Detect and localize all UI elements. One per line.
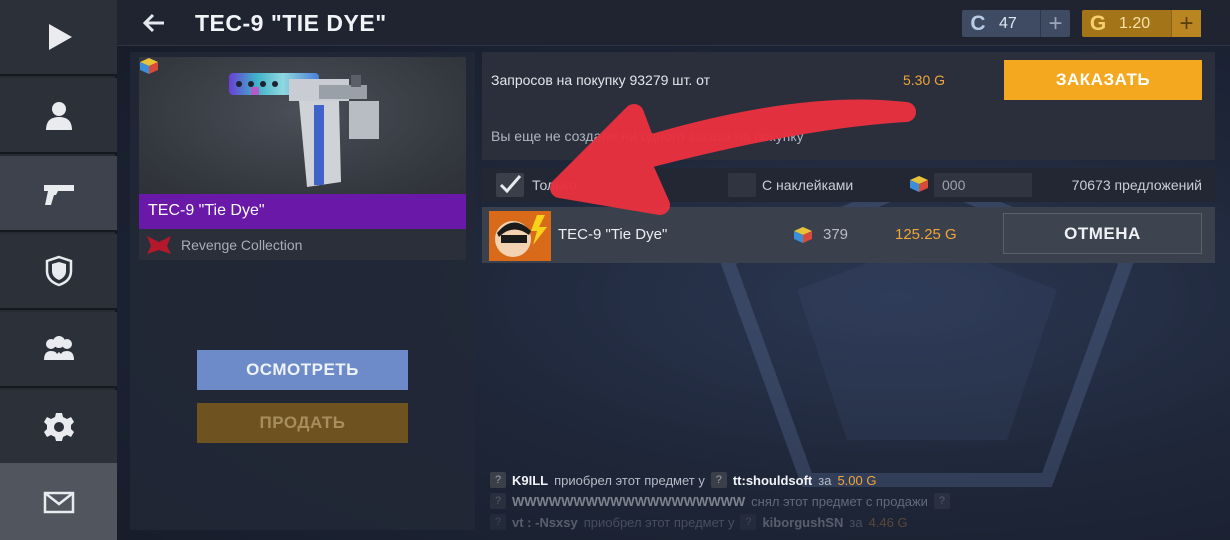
feed-price: 5.00 G <box>837 472 877 488</box>
feed-action: снял этот предмет с продажи <box>751 493 928 509</box>
listing-cube-icon <box>794 227 812 243</box>
feed-buyer[interactable]: K9ILL <box>512 473 548 488</box>
gear-icon <box>43 413 74 441</box>
gold-currency: G 1.20 + <box>1082 10 1201 37</box>
feed-buyer[interactable]: WWWWWWWWWWWWWWWWWWW <box>512 494 745 509</box>
silver-currency: C 47 + <box>962 10 1070 37</box>
sidebar <box>0 0 117 540</box>
sidebar-item-inventory[interactable] <box>0 156 117 232</box>
stickers-label: С наклейками <box>762 177 854 193</box>
sidebar-item-settings[interactable] <box>0 390 117 466</box>
sidebar-item-clan[interactable] <box>0 234 117 310</box>
feed-suffix: за <box>849 514 863 530</box>
back-button[interactable] <box>141 10 167 36</box>
item-image <box>139 57 466 194</box>
buy-requests-text: Запросов на покупку 93279 шт. от <box>491 72 711 88</box>
pattern-input[interactable] <box>934 173 1032 197</box>
listing-price: 125.25 G <box>895 226 957 243</box>
collection-label: Revenge Collection <box>181 236 303 253</box>
only-mine-checkbox[interactable] <box>496 173 524 197</box>
item-name: TEC-9 "Tie Dye" <box>139 194 466 229</box>
feed-suffix: за <box>818 472 832 488</box>
sticker-cube-icon <box>140 58 158 74</box>
friends-icon <box>43 336 74 360</box>
clan-shield-icon <box>45 255 72 287</box>
stickers-checkbox[interactable] <box>728 173 756 197</box>
sidebar-item-friends[interactable] <box>0 312 117 388</box>
gold-coin-icon: G <box>1089 11 1107 35</box>
unknown-avatar-icon: ? <box>933 493 950 509</box>
only-mine-label: Только <box>532 177 577 193</box>
feed-action: приобрел этот предмет у <box>583 514 735 530</box>
item-collection: Revenge Collection <box>139 229 466 260</box>
profile-icon <box>45 102 72 130</box>
header: TEC-9 "TIE DYE" C 47 + G 1.20 + <box>117 0 1230 46</box>
play-icon <box>48 24 72 50</box>
silver-coin-icon: C <box>970 11 986 35</box>
feed-item: ? K9ILL приобрел этот предмет у ? tt:sho… <box>490 472 876 488</box>
feed-action: приобрел этот предмет у <box>554 472 705 488</box>
cancel-button[interactable]: ОТМЕНА <box>1003 213 1202 254</box>
add-silver-button[interactable]: + <box>1040 10 1070 37</box>
feed-item: ? vt : -Nsxsy приобрел этот предмет у ? … <box>490 514 908 530</box>
buy-requests-box: Запросов на покупку 93279 шт. от 5.30 G … <box>482 52 1215 160</box>
pistol-icon <box>43 185 74 205</box>
feed-buyer[interactable]: vt : -Nsxsy <box>512 515 578 530</box>
order-button[interactable]: ЗАКАЗАТЬ <box>1004 60 1202 100</box>
mail-icon <box>43 491 74 514</box>
activity-feed: ? K9ILL приобрел этот предмет у ? tt:sho… <box>482 464 1215 530</box>
avatar <box>489 211 551 261</box>
market-panel: Запросов на покупку 93279 шт. от 5.30 G … <box>482 52 1215 530</box>
unknown-avatar-icon: ? <box>490 514 506 530</box>
sidebar-item-profile[interactable] <box>0 78 117 154</box>
feed-item: ? WWWWWWWWWWWWWWWWWWW снял этот предмет … <box>490 493 950 509</box>
revenge-collection-icon <box>147 235 171 254</box>
unknown-avatar-icon: ? <box>740 514 757 530</box>
page-title: TEC-9 "TIE DYE" <box>195 10 387 36</box>
feed-seller[interactable]: kiborgushSN <box>762 515 843 530</box>
gold-balance: 1.20 <box>1119 14 1151 32</box>
unknown-avatar-icon: ? <box>710 472 727 488</box>
checkmark-icon <box>499 175 522 194</box>
feed-seller[interactable]: tt:shouldsoft <box>733 473 812 488</box>
sidebar-item-mail[interactable] <box>0 463 117 540</box>
inspect-button[interactable]: ОСМОТРЕТЬ <box>197 350 408 390</box>
pattern-cube-icon <box>910 176 928 192</box>
item-panel: TEC-9 "Tie Dye" Revenge Collection ОСМОТ… <box>130 52 475 530</box>
silver-balance: 47 <box>999 14 1017 32</box>
listing-pattern: 379 <box>823 226 849 243</box>
offers-count: 70673 предложений <box>1071 177 1202 193</box>
feed-price: 4.46 G <box>868 514 908 530</box>
back-arrow-icon <box>142 13 164 33</box>
buy-requests-price: 5.30 G <box>903 72 946 88</box>
filter-bar: Только С наклейками 70673 предложений <box>482 168 1215 202</box>
sell-button[interactable]: ПРОДАТЬ <box>197 403 408 443</box>
sidebar-item-play[interactable] <box>0 0 117 76</box>
add-gold-button[interactable]: + <box>1171 10 1201 37</box>
listing-row: TEC-9 "Tie Dye" 379 125.25 G ОТМЕНА <box>482 207 1215 263</box>
tec9-weapon-image <box>229 73 379 187</box>
avatar-image <box>489 211 551 261</box>
no-orders-text: Вы еще не создали ни одного заказа на по… <box>491 128 804 144</box>
unknown-avatar-icon: ? <box>490 493 506 509</box>
unknown-avatar-icon: ? <box>490 472 506 488</box>
listing-item-name: TEC-9 "Tie Dye" <box>558 226 668 243</box>
